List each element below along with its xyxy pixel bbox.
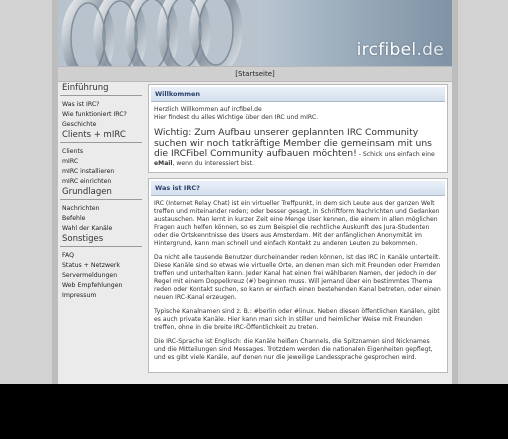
spiral-binding-image	[58, 0, 258, 66]
sidebar-section-title-sonstiges: Sonstiges	[60, 233, 142, 247]
paragraph-2: Da nicht alle tausende Benutzer durchein…	[154, 253, 441, 301]
welcome-line-1: Herzlich Willkommen auf ircfibel.de	[154, 106, 262, 113]
header-banner: ircfibel.de	[58, 0, 452, 66]
sidebar-item-wie-funktioniert-irc[interactable]: Wie funktioniert IRC?	[60, 109, 142, 119]
breadcrumb: [Startseite]	[58, 66, 452, 82]
welcome-box: Willkommen Herzlich Willkommen auf ircfi…	[148, 84, 448, 173]
paragraph-4: Die IRC-Sprache ist Englisch: die Kanäle…	[154, 337, 433, 361]
sidebar-item-web-empfehlungen[interactable]: Web Empfehlungen	[60, 280, 142, 290]
welcome-body: Herzlich Willkommen auf ircfibel.de Hier…	[149, 104, 447, 172]
main-content: Willkommen Herzlich Willkommen auf ircfi…	[148, 84, 448, 378]
sidebar-item-mirc-einrichten[interactable]: mIRC einrichten	[60, 176, 142, 186]
sidebar-item-nachrichten[interactable]: Nachrichten	[60, 203, 142, 213]
page-container: ircfibel.de [Startseite] Einführung Was …	[52, 0, 458, 384]
welcome-title: Willkommen	[151, 87, 445, 102]
sidebar-item-wahl-der-kanaele[interactable]: Wahl der Kanäle	[60, 223, 142, 233]
what-is-irc-title: Was ist IRC?	[151, 180, 445, 196]
what-is-irc-box: Was ist IRC? IRC (Internet Relay Chat) i…	[148, 177, 448, 373]
sidebar-item-was-ist-irc[interactable]: Was ist IRC?	[60, 99, 142, 109]
community-notice-post: , wenn du interessiert bist.	[172, 159, 254, 167]
breadcrumb-home-link[interactable]: [Startseite]	[235, 70, 275, 78]
sidebar-nav: Einführung Was ist IRC? Wie funktioniert…	[60, 82, 142, 300]
sidebar-item-befehle[interactable]: Befehle	[60, 213, 142, 223]
sidebar-item-mirc-installieren[interactable]: mIRC installieren	[60, 166, 142, 176]
welcome-line-2: Hier findest du alles Wichtige über den …	[154, 114, 319, 121]
logo-name: ircfibel	[356, 40, 417, 60]
sidebar-item-status-netzwerk[interactable]: Status + Netzwerk	[60, 260, 142, 270]
sidebar-item-mirc[interactable]: mIRC	[60, 156, 142, 166]
what-is-irc-body: IRC (Internet Relay Chat) ist ein virtue…	[149, 198, 447, 372]
sidebar-item-geschichte[interactable]: Geschichte	[60, 119, 142, 129]
paragraph-3: Typische Kanalnamen sind z. B.: #berlin …	[154, 307, 440, 331]
sidebar-item-impressum[interactable]: Impressum	[60, 290, 142, 300]
logo-tld: .de	[416, 40, 444, 60]
sidebar-item-clients[interactable]: Clients	[60, 146, 142, 156]
sidebar-section-title-einfuehrung: Einführung	[60, 82, 142, 96]
community-notice: Wichtig: Zum Aufbau unserer geplannten I…	[154, 127, 442, 168]
sidebar-section-title-clients: Clients + mIRC	[60, 129, 142, 143]
sidebar-item-faq[interactable]: FAQ	[60, 250, 142, 260]
paragraph-1: IRC (Internet Relay Chat) ist ein virtue…	[154, 199, 440, 247]
email-link[interactable]: eMail	[154, 160, 173, 167]
sidebar-section-title-grundlagen: Grundlagen	[60, 186, 142, 200]
black-footer-bar	[0, 384, 508, 439]
site-logo[interactable]: ircfibel.de	[357, 40, 444, 60]
community-notice-pre: - Schick uns einfach eine	[356, 151, 435, 158]
sidebar-item-servermeldungen[interactable]: Servermeldungen	[60, 270, 142, 280]
